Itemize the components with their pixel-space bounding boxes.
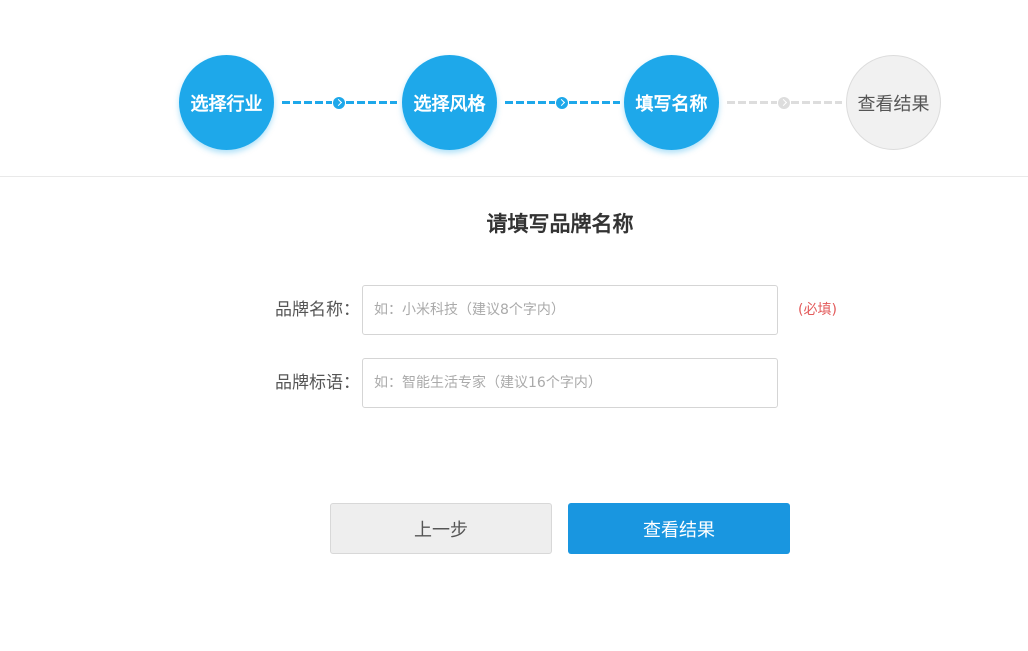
chevron-right-icon: [333, 96, 345, 109]
step-label: 填写名称: [635, 93, 708, 115]
step-connector-3: [727, 96, 842, 109]
form-title: 请填写品牌名称: [486, 212, 634, 236]
step-fill-name[interactable]: 填写名称: [624, 55, 719, 150]
view-result-button[interactable]: 查看结果: [568, 503, 790, 554]
step-label: 查看结果: [857, 93, 930, 115]
step-connector-1: [282, 96, 397, 109]
required-hint: (必填): [798, 302, 837, 318]
step-label: 选择风格: [413, 93, 486, 115]
brand-name-label: 品牌名称：: [275, 300, 360, 320]
brand-slogan-input[interactable]: [362, 358, 778, 408]
step-select-industry[interactable]: 选择行业: [179, 55, 274, 150]
step-label: 选择行业: [190, 93, 263, 115]
chevron-right-icon: [556, 96, 568, 109]
page: 选择行业 选择风格 填写名称 查看结果 请填写品牌名称 品牌名称： 如：小米科技…: [0, 0, 1028, 651]
step-connector-2: [505, 96, 620, 109]
prev-step-label: 上一步: [414, 519, 468, 541]
view-result-label: 查看结果: [643, 519, 715, 541]
brand-name-row: 品牌名称： (必填): [0, 285, 1028, 335]
prev-step-button[interactable]: 上一步: [330, 503, 552, 554]
step-select-style[interactable]: 选择风格: [402, 55, 497, 150]
step-view-result[interactable]: 查看结果: [846, 55, 941, 150]
brand-slogan-label: 品牌标语：: [275, 373, 360, 393]
chevron-right-icon: [778, 96, 790, 109]
progress-stepper: 选择行业 选择风格 填写名称 查看结果: [0, 0, 1028, 177]
brand-slogan-row: 品牌标语：: [0, 358, 1028, 408]
brand-name-input[interactable]: [362, 285, 778, 335]
